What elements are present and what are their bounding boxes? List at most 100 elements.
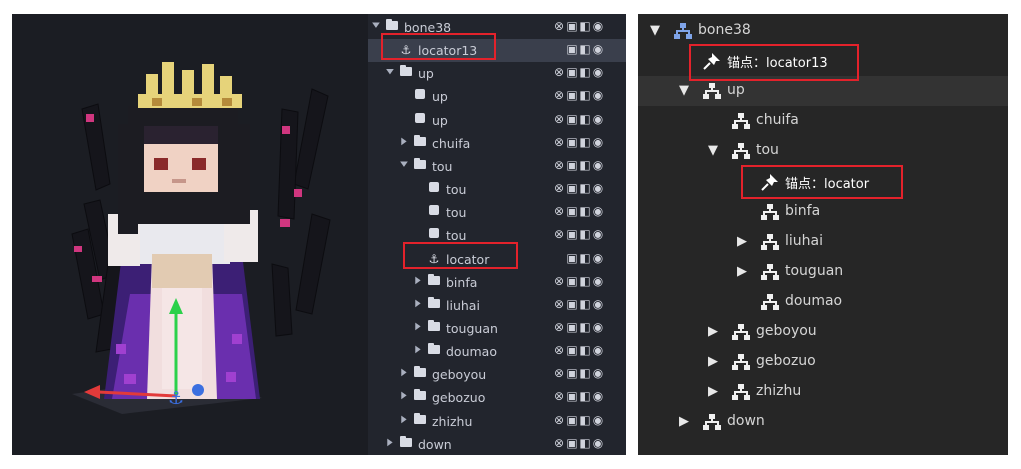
tree-row[interactable]: chuifa [638,106,1008,136]
export-toggle-icon[interactable]: ⊗ [553,181,566,195]
outliner-row[interactable]: ▶ chuifa ⊗▣◧◉ [368,132,626,155]
visibility-eye-icon[interactable]: ◉ [592,181,605,195]
visibility-eye-icon[interactable]: ◉ [592,135,605,149]
outliner-row[interactable]: ▶ doumao ⊗▣◧◉ [368,340,626,363]
export-toggle-icon[interactable]: ⊗ [553,19,566,33]
export-toggle-icon[interactable]: ⊗ [553,227,566,241]
export-toggle-icon[interactable]: ⊗ [553,366,566,380]
camera-icon[interactable]: ▣ [566,297,579,311]
outliner-row[interactable]: ▶ down ⊗▣◧◉ [368,433,626,456]
visibility-eye-icon[interactable]: ◉ [592,158,605,172]
chevron-right-icon[interactable]: ▶ [400,390,408,401]
tree-row[interactable]: ▶ liuhai [638,227,1008,257]
outliner-row[interactable]: ▶ touguan ⊗▣◧◉ [368,317,626,340]
chevron-down-icon[interactable]: ▼ [398,161,410,169]
outliner-row[interactable]: ▼ tou ⊗▣◧◉ [368,155,626,178]
export-toggle-icon[interactable]: ⊗ [553,135,566,149]
export-toggle-icon[interactable]: ⊗ [553,389,566,403]
camera-icon[interactable]: ▣ [566,320,579,334]
unlock-icon[interactable]: ◧ [579,389,592,403]
visibility-eye-icon[interactable]: ◉ [592,274,605,288]
export-toggle-icon[interactable]: ⊗ [553,204,566,218]
chevron-right-icon[interactable]: ▶ [414,275,422,286]
camera-icon[interactable]: ▣ [566,19,579,33]
camera-icon[interactable]: ▣ [566,227,579,241]
camera-icon[interactable]: ▣ [566,343,579,357]
visibility-eye-icon[interactable]: ◉ [592,366,605,380]
export-toggle-icon[interactable]: ⊗ [553,297,566,311]
chevron-right-icon[interactable]: ▶ [677,414,691,429]
camera-icon[interactable]: ▣ [566,413,579,427]
visibility-eye-icon[interactable]: ◉ [592,204,605,218]
unlock-icon[interactable]: ◧ [579,158,592,172]
unlock-icon[interactable]: ◧ [579,343,592,357]
chevron-down-icon[interactable]: ▼ [384,68,396,76]
visibility-eye-icon[interactable]: ◉ [592,297,605,311]
visibility-eye-icon[interactable]: ◉ [592,227,605,241]
visibility-eye-icon[interactable]: ◉ [592,88,605,102]
unlock-icon[interactable]: ◧ [579,19,592,33]
camera-icon[interactable]: ▣ [566,181,579,195]
viewport-3d[interactable]: ⚓ [12,14,368,455]
chevron-right-icon[interactable]: ▶ [414,298,422,309]
tree-row[interactable]: ▼ bone38 [638,16,1008,46]
unlock-icon[interactable]: ◧ [579,436,592,450]
outliner-row[interactable]: ▼ up ⊗▣◧◉ [368,62,626,85]
visibility-eye-icon[interactable]: ◉ [592,19,605,33]
chevron-right-icon[interactable]: ▶ [735,264,749,279]
chevron-right-icon[interactable]: ▶ [414,321,422,332]
chevron-down-icon[interactable]: ▼ [706,143,720,158]
camera-icon[interactable]: ▣ [566,366,579,380]
visibility-eye-icon[interactable]: ◉ [592,251,605,265]
unlock-icon[interactable]: ◧ [579,181,592,195]
tree-row[interactable]: ▶ down [638,407,1008,437]
camera-icon[interactable]: ▣ [566,436,579,450]
chevron-right-icon[interactable]: ▶ [400,367,408,378]
outliner-row[interactable]: tou ⊗▣◧◉ [368,201,626,224]
export-toggle-icon[interactable]: ⊗ [553,65,566,79]
chevron-right-icon[interactable]: ▶ [706,384,720,399]
visibility-eye-icon[interactable]: ◉ [592,436,605,450]
camera-icon[interactable]: ▣ [566,274,579,288]
camera-icon[interactable]: ▣ [566,42,579,56]
unlock-icon[interactable]: ◧ [579,251,592,265]
visibility-eye-icon[interactable]: ◉ [592,65,605,79]
unlock-icon[interactable]: ◧ [579,42,592,56]
chevron-down-icon[interactable]: ▼ [677,83,691,98]
camera-icon[interactable]: ▣ [566,389,579,403]
unlock-icon[interactable]: ◧ [579,204,592,218]
chevron-right-icon[interactable]: ▶ [400,414,408,425]
tree-row[interactable]: ▼ tou [638,136,1008,166]
tree-row[interactable]: ▶ zhizhu [638,377,1008,407]
visibility-eye-icon[interactable]: ◉ [592,389,605,403]
outliner-row[interactable]: ▶ gebozuo ⊗▣◧◉ [368,386,626,409]
chevron-right-icon[interactable]: ▶ [706,324,720,339]
chevron-right-icon[interactable]: ▶ [400,136,408,147]
unlock-icon[interactable]: ◧ [579,65,592,79]
camera-icon[interactable]: ▣ [566,251,579,265]
outliner-row[interactable]: up ⊗▣◧◉ [368,85,626,108]
visibility-eye-icon[interactable]: ◉ [592,320,605,334]
camera-icon[interactable]: ▣ [566,135,579,149]
camera-icon[interactable]: ▣ [566,88,579,102]
unlock-icon[interactable]: ◧ [579,135,592,149]
unlock-icon[interactable]: ◧ [579,320,592,334]
unlock-icon[interactable]: ◧ [579,88,592,102]
outliner-row[interactable]: tou ⊗▣◧◉ [368,178,626,201]
unlock-icon[interactable]: ◧ [579,227,592,241]
chevron-right-icon[interactable]: ▶ [414,344,422,355]
export-toggle-icon[interactable]: ⊗ [553,112,566,126]
camera-icon[interactable]: ▣ [566,65,579,79]
tree-row[interactable]: ▶ gebozuo [638,347,1008,377]
unlock-icon[interactable]: ◧ [579,297,592,311]
visibility-eye-icon[interactable]: ◉ [592,343,605,357]
export-toggle-icon[interactable]: ⊗ [553,413,566,427]
export-toggle-icon[interactable]: ⊗ [553,320,566,334]
chevron-right-icon[interactable]: ▶ [706,354,720,369]
chevron-down-icon[interactable]: ▼ [648,23,662,38]
tree-row[interactable]: ▶ geboyou [638,317,1008,347]
camera-icon[interactable]: ▣ [566,158,579,172]
visibility-eye-icon[interactable]: ◉ [592,413,605,427]
export-toggle-icon[interactable]: ⊗ [553,436,566,450]
chevron-right-icon[interactable]: ▶ [735,234,749,249]
